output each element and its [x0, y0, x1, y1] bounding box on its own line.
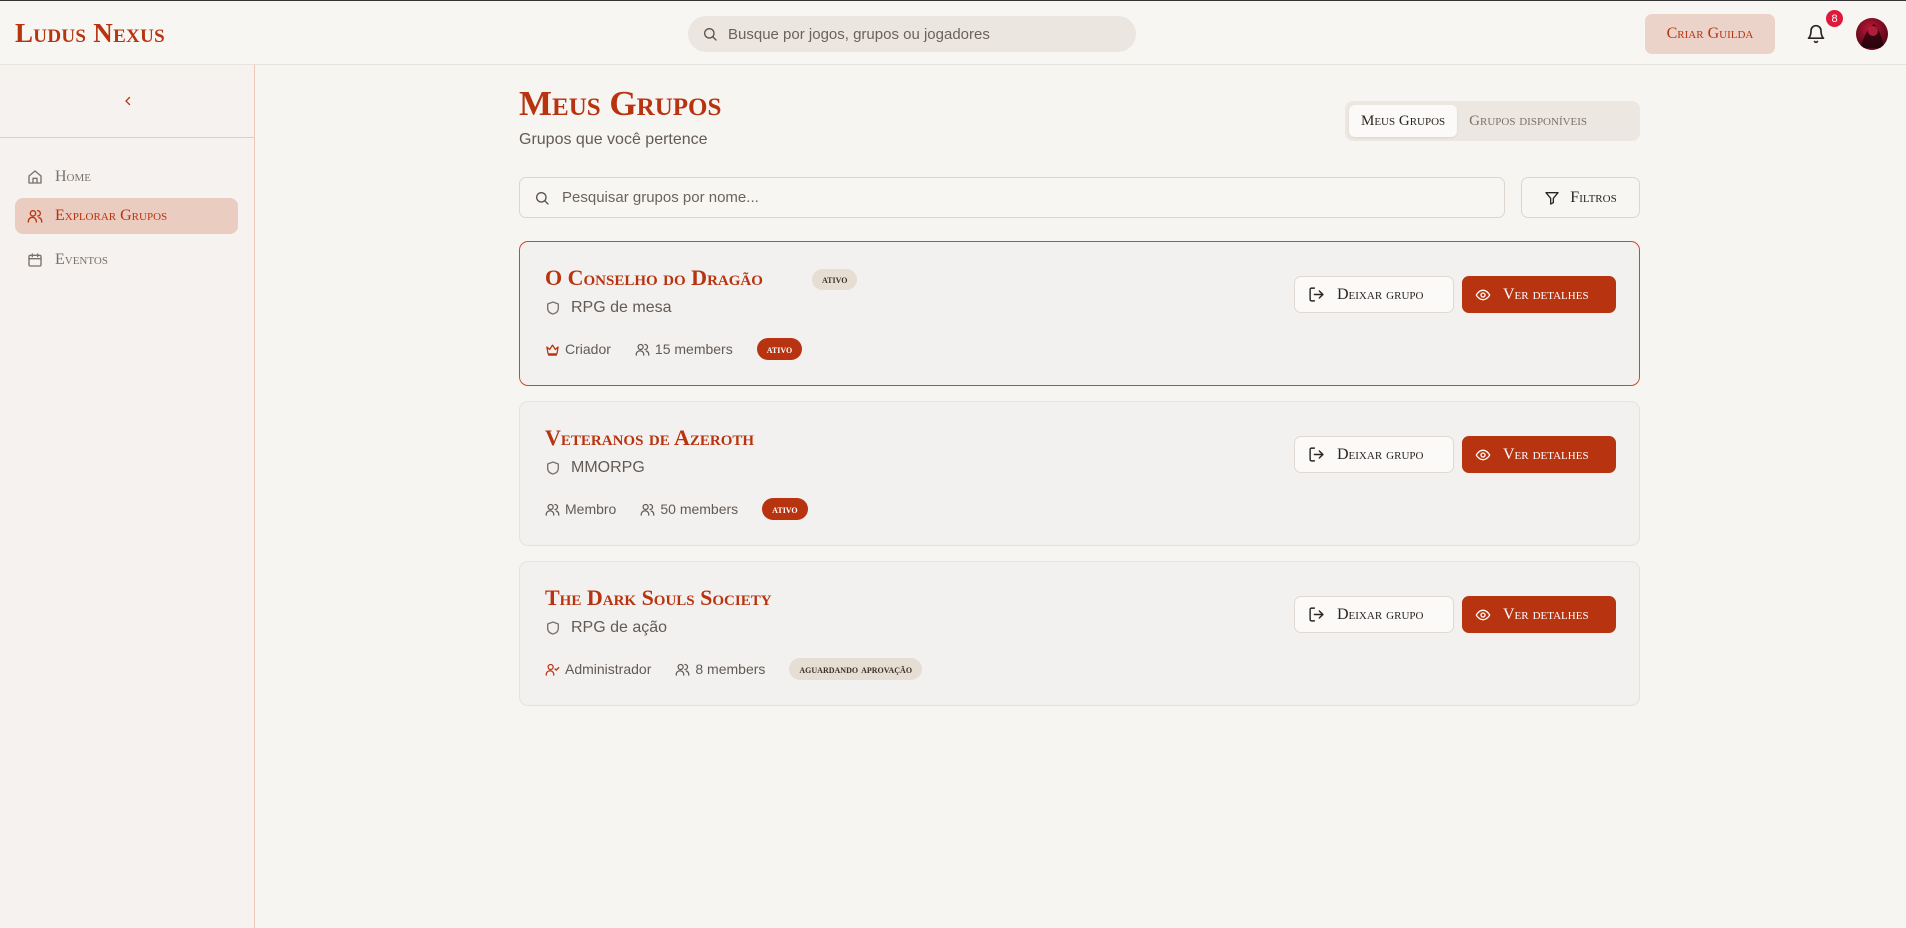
user-avatar[interactable] [1856, 18, 1888, 50]
leave-group-button[interactable]: Deixar grupo [1294, 596, 1454, 633]
users-icon [635, 342, 650, 357]
view-details-button[interactable]: Ver detalhes [1462, 276, 1616, 313]
app-logo[interactable]: Ludus Nexus [15, 18, 165, 49]
bell-icon[interactable] [1806, 23, 1826, 45]
notification-count-badge: 8 [1826, 10, 1843, 27]
eye-icon [1475, 287, 1491, 303]
group-card[interactable]: Veteranos de Azeroth MMORPG Membro 50 me… [519, 401, 1640, 546]
group-members: 15 members [635, 341, 733, 357]
users-icon [675, 662, 690, 677]
group-genre-label: MMORPG [571, 459, 645, 476]
sidebar-item-label: Explorar Grupos [55, 207, 168, 224]
top-bar: Ludus Nexus Criar Guilda 8 [0, 0, 1906, 65]
shield-icon [545, 460, 561, 476]
eye-icon [1475, 447, 1491, 463]
sidebar-divider [0, 137, 255, 138]
group-meta: Administrador 8 members aguardando aprov… [545, 658, 923, 680]
chevron-left-icon[interactable] [118, 91, 138, 111]
user-check-icon [545, 662, 560, 677]
page-subtitle: Grupos que você pertence [519, 131, 708, 148]
leave-group-label: Deixar grupo [1337, 605, 1424, 623]
group-role: Criador [545, 341, 611, 357]
group-name[interactable]: The Dark Souls Society [545, 585, 772, 611]
log-out-icon [1308, 606, 1325, 623]
view-details-label: Ver detalhes [1503, 605, 1589, 623]
calendar-icon [27, 252, 43, 268]
sidebar-item-label: Home [55, 168, 91, 185]
shield-icon [545, 620, 561, 636]
sidebar-item-label: Eventos [55, 251, 108, 268]
global-search-input[interactable] [728, 25, 1108, 43]
create-guild-button[interactable]: Criar Guilda [1645, 14, 1775, 54]
group-genre: MMORPG [545, 459, 645, 477]
users-icon [545, 502, 560, 517]
group-meta: Criador 15 members ativo [545, 338, 803, 360]
filters-label: Filtros [1570, 188, 1617, 206]
leave-group-label: Deixar grupo [1337, 445, 1424, 463]
group-view-tabs: Meus Grupos Grupos disponíveis [1345, 101, 1640, 141]
leave-group-label: Deixar grupo [1337, 285, 1424, 303]
group-card[interactable]: The Dark Souls Society RPG de ação Admin… [519, 561, 1640, 706]
leave-group-button[interactable]: Deixar grupo [1294, 436, 1454, 473]
view-details-label: Ver detalhes [1503, 445, 1589, 463]
global-search[interactable] [688, 16, 1136, 52]
search-icon [534, 190, 550, 206]
group-members: 50 members [640, 501, 738, 517]
sidebar-item-explore-groups[interactable]: Explorar Grupos [15, 198, 238, 234]
group-role: Membro [545, 501, 616, 517]
group-card[interactable]: O Conselho do Dragão ativo RPG de mesa C… [519, 241, 1640, 386]
group-role: Administrador [545, 661, 651, 677]
view-details-button[interactable]: Ver detalhes [1462, 596, 1616, 633]
tab-available-groups[interactable]: Grupos disponíveis [1457, 105, 1599, 137]
tab-my-groups[interactable]: Meus Grupos [1349, 105, 1458, 137]
group-name[interactable]: Veteranos de Azeroth [545, 425, 754, 451]
group-search-input[interactable] [562, 189, 1462, 206]
group-role-label: Criador [565, 341, 611, 357]
filters-button[interactable]: Filtros [1521, 177, 1640, 218]
group-name[interactable]: O Conselho do Dragão [545, 265, 763, 291]
group-members: 8 members [675, 661, 765, 677]
crown-icon [545, 342, 560, 357]
filter-icon [1544, 190, 1560, 206]
sidebar: Home Explorar Grupos Eventos [0, 65, 255, 928]
view-details-button[interactable]: Ver detalhes [1462, 436, 1616, 473]
group-genre: RPG de mesa [545, 299, 671, 317]
group-role-label: Administrador [565, 661, 652, 677]
status-badge: ativo [756, 338, 803, 360]
home-icon [27, 169, 43, 185]
page-title: Meus Grupos [519, 84, 722, 123]
group-genre-label: RPG de ação [571, 619, 668, 636]
users-icon [27, 208, 43, 224]
status-badge: ativo [762, 498, 808, 520]
log-out-icon [1308, 446, 1325, 463]
group-genre: RPG de ação [545, 619, 667, 637]
group-role-label: Membro [565, 501, 617, 517]
leave-group-button[interactable]: Deixar grupo [1294, 276, 1454, 313]
group-genre-label: RPG de mesa [571, 299, 672, 316]
group-members-count: 50 members [660, 501, 739, 517]
log-out-icon [1308, 286, 1325, 303]
group-meta: Membro 50 members ativo [545, 498, 808, 520]
status-badge: aguardando aprovação [789, 658, 923, 680]
group-search[interactable] [519, 177, 1505, 218]
shield-icon [545, 300, 561, 316]
users-icon [640, 502, 655, 517]
group-members-count: 15 members [654, 341, 733, 357]
group-title-badge: ativo [812, 269, 858, 290]
sidebar-item-events[interactable]: Eventos [15, 242, 238, 278]
view-details-label: Ver detalhes [1503, 285, 1589, 303]
group-members-count: 8 members [695, 661, 766, 677]
sidebar-item-home[interactable]: Home [15, 159, 238, 195]
eye-icon [1475, 607, 1491, 623]
search-icon [702, 26, 718, 42]
